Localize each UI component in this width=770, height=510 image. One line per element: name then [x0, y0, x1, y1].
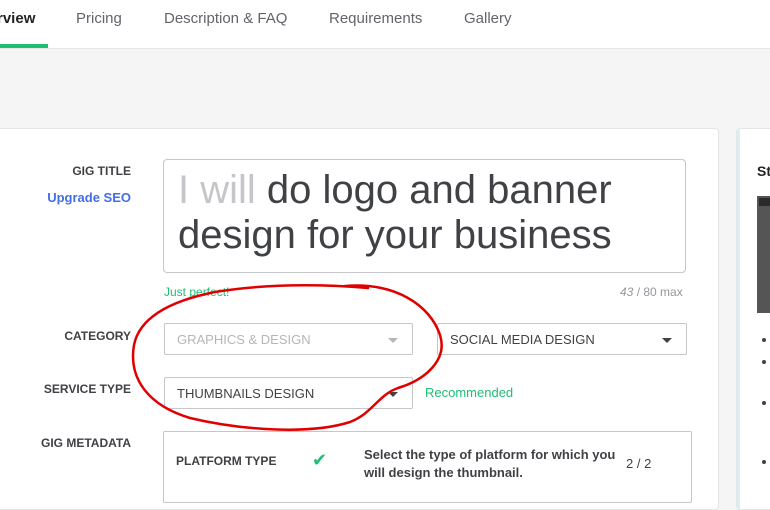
tab-description-faq[interactable]: Description & FAQ	[164, 10, 287, 27]
side-panel-bullet	[762, 460, 766, 464]
title-char-count-value: 43	[620, 285, 634, 299]
subcategory-select[interactable]: SOCIAL MEDIA DESIGN	[437, 323, 687, 355]
gig-title-label: GIG TITLE	[72, 164, 131, 178]
active-tab-indicator	[0, 44, 48, 48]
chevron-down-icon	[388, 338, 398, 343]
side-panel-preview-image	[757, 196, 770, 313]
service-type-select[interactable]: THUMBNAILS DESIGN	[164, 377, 413, 409]
gig-title-input[interactable]: I will do logo and banner design for you…	[163, 159, 686, 273]
tab-overview[interactable]: rview	[0, 10, 35, 27]
chevron-down-icon	[662, 338, 672, 343]
service-type-label: SERVICE TYPE	[43, 382, 131, 396]
title-feedback: Just perfect!	[164, 285, 230, 299]
side-tips-panel: St	[736, 128, 770, 510]
chevron-down-icon	[388, 392, 398, 397]
side-panel-bullet	[762, 360, 766, 364]
gig-metadata-table: PLATFORM TYPE ✔ Select the type of platf…	[163, 431, 692, 503]
platform-type-label[interactable]: PLATFORM TYPE	[176, 454, 276, 468]
service-type-hint: Recommended	[425, 385, 514, 400]
tab-requirements[interactable]: Requirements	[329, 10, 422, 27]
side-panel-bullet	[762, 338, 766, 342]
side-panel-bullet	[762, 401, 766, 405]
side-panel-accent	[737, 129, 740, 509]
category-select-value: GRAPHICS & DESIGN	[177, 332, 311, 347]
tab-pricing[interactable]: Pricing	[76, 10, 122, 27]
subcategory-select-value: SOCIAL MEDIA DESIGN	[450, 332, 595, 347]
checkmark-icon: ✔	[312, 450, 328, 470]
platform-type-description: Select the type of platform for which yo…	[364, 447, 616, 480]
side-panel-title: St	[757, 163, 770, 179]
title-char-count: 43 / 80 max	[620, 285, 683, 299]
gig-metadata-label: GIG METADATA	[41, 436, 131, 450]
top-navigation: rview Pricing Description & FAQ Requirem…	[0, 0, 770, 49]
gig-title-prefix: I will	[178, 168, 256, 212]
tab-gallery[interactable]: Gallery	[464, 10, 512, 27]
title-char-max: / 80 max	[633, 285, 683, 299]
service-type-select-value: THUMBNAILS DESIGN	[177, 386, 315, 401]
upgrade-seo-link[interactable]: Upgrade SEO	[47, 190, 131, 205]
category-label: CATEGORY	[64, 329, 131, 343]
category-select[interactable]: GRAPHICS & DESIGN	[164, 323, 413, 355]
platform-type-count: 2 / 2	[626, 456, 652, 471]
